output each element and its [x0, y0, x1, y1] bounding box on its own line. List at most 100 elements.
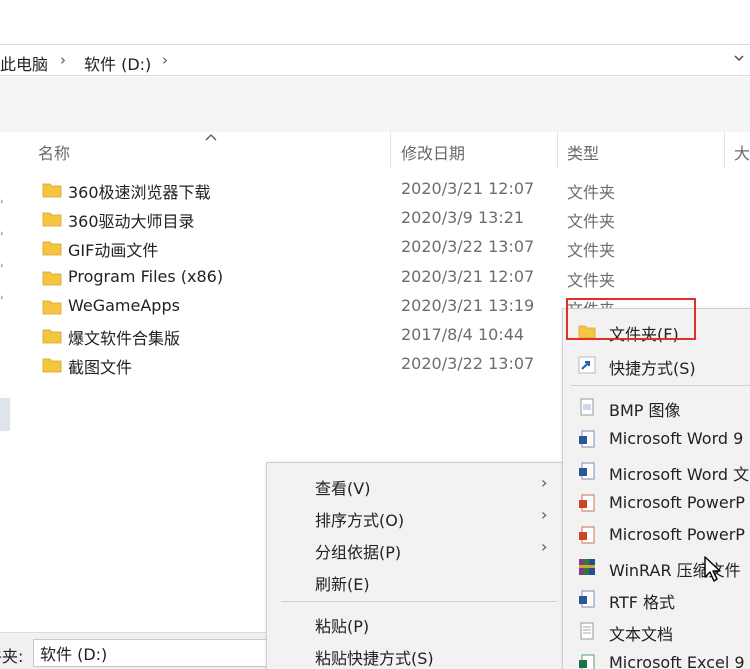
- chevron-right-icon: ›: [541, 537, 548, 556]
- file-row[interactable]: GIF动画文件 2020/3/22 13:07 文件夹: [22, 233, 750, 262]
- submenu-item-label: Microsoft PowerP: [609, 525, 745, 544]
- menu-item-label: 查看(V): [315, 479, 371, 498]
- file-name: 截图文件: [68, 358, 133, 378]
- breadcrumb-drive[interactable]: 软件 (D:): [84, 51, 151, 75]
- file-name: 爆文软件合集版: [68, 328, 181, 348]
- submenu-item-text-document[interactable]: 文本文档: [563, 615, 750, 647]
- breadcrumb-this-pc[interactable]: 此电脑: [0, 51, 48, 75]
- column-headers: 名称 修改日期 类型 大: [22, 132, 750, 168]
- folder-icon: [42, 271, 62, 285]
- word-file-icon: [579, 430, 595, 448]
- text-file-icon: [580, 622, 594, 640]
- file-date: 2020/3/21 12:07: [401, 266, 535, 286]
- column-divider[interactable]: [724, 132, 725, 168]
- folder-icon: [42, 300, 62, 315]
- submenu-item-powerpoint-ppt[interactable]: Microsoft PowerP: [563, 519, 750, 551]
- column-divider[interactable]: [390, 132, 391, 168]
- shortcut-arrow-icon: [578, 356, 596, 374]
- filename-input[interactable]: [33, 639, 273, 667]
- file-date: 2017/8/4 10:44: [401, 324, 525, 344]
- toolbar-area: [0, 77, 750, 132]
- context-menu: 查看(V) › 排序方式(O) › 分组依据(P) › 刷新(E) 粘贴(P) …: [266, 462, 566, 669]
- menu-separator: [281, 601, 557, 602]
- rtf-file-icon: [579, 590, 595, 608]
- word-file-icon: [579, 462, 595, 480]
- mouse-cursor-icon: [704, 556, 721, 582]
- chevron-right-icon: ›: [541, 505, 548, 524]
- nav-selected-item[interactable]: [0, 398, 10, 431]
- submenu-item-shortcut[interactable]: 快捷方式(S): [563, 349, 750, 381]
- file-row[interactable]: 360极速浏览器下载 2020/3/21 12:07 文件夹: [22, 175, 750, 204]
- file-name: GIF动画文件: [68, 241, 159, 261]
- new-submenu: 文件夹(F) 快捷方式(S) BMP 图像 Microsoft Word 9 M…: [562, 308, 750, 669]
- file-name: WeGameApps: [68, 295, 180, 315]
- chevron-right-icon[interactable]: ›: [0, 262, 8, 271]
- winrar-archive-icon: [579, 559, 595, 575]
- file-type: 文件夹: [567, 183, 616, 202]
- menu-item-label: 排序方式(O): [315, 511, 405, 530]
- submenu-item-label: 文本文档: [609, 625, 674, 644]
- submenu-item-powerpoint-97[interactable]: Microsoft PowerP: [563, 487, 750, 519]
- menu-item-label: 粘贴(P): [315, 617, 370, 636]
- submenu-item-label: 快捷方式(S): [609, 359, 696, 378]
- file-date: 2020/3/22 13:07: [401, 237, 535, 257]
- file-date: 2020/3/9 13:21: [401, 208, 525, 228]
- file-row[interactable]: 360驱动大师目录 2020/3/9 13:21 文件夹: [22, 204, 750, 233]
- chevron-down-icon[interactable]: [734, 53, 744, 63]
- folder-icon: [42, 183, 62, 198]
- menu-separator: [571, 385, 750, 386]
- submenu-item-label: BMP 图像: [609, 401, 681, 420]
- breadcrumb-separator[interactable]: ›: [162, 51, 168, 69]
- file-date: 2020/3/21 12:07: [401, 179, 535, 198]
- menu-item-group[interactable]: 分组依据(P) ›: [267, 533, 567, 565]
- excel-file-icon: [579, 654, 595, 669]
- submenu-item-excel-97[interactable]: Microsoft Excel 9: [563, 647, 750, 669]
- menu-item-view[interactable]: 查看(V) ›: [267, 469, 567, 501]
- file-date: 2020/3/21 13:19: [401, 295, 535, 315]
- file-type: 文件夹: [567, 212, 616, 232]
- file-type: 文件夹: [567, 270, 616, 290]
- chevron-right-icon[interactable]: ›: [0, 198, 8, 207]
- menu-item-paste[interactable]: 粘贴(P): [267, 607, 567, 639]
- column-header-type[interactable]: 类型: [567, 140, 599, 164]
- submenu-item-word-doc[interactable]: Microsoft Word 文: [563, 455, 750, 487]
- submenu-item-label: Microsoft Word 文: [609, 465, 750, 484]
- powerpoint-file-icon: [579, 494, 595, 512]
- address-bar[interactable]: 此电脑 › 软件 (D:) ›: [0, 44, 750, 76]
- menu-item-refresh[interactable]: 刷新(E): [267, 565, 567, 597]
- menu-item-paste-shortcut[interactable]: 粘贴快捷方式(S): [267, 639, 567, 669]
- submenu-item-label: Microsoft Excel 9: [609, 653, 745, 669]
- sort-ascending-icon[interactable]: [204, 132, 218, 142]
- submenu-item-word-97[interactable]: Microsoft Word 9: [563, 423, 750, 455]
- menu-item-label: 刷新(E): [315, 575, 370, 594]
- file-name: 360驱动大师目录: [68, 212, 195, 232]
- column-header-modified[interactable]: 修改日期: [401, 140, 465, 164]
- folder-icon: [42, 241, 62, 256]
- column-divider[interactable]: [557, 132, 558, 168]
- file-name: 360极速浏览器下载: [68, 183, 211, 202]
- bmp-file-icon: [580, 398, 594, 416]
- menu-item-sort[interactable]: 排序方式(O) ›: [267, 501, 567, 533]
- submenu-item-rtf[interactable]: RTF 格式: [563, 583, 750, 615]
- breadcrumb-separator[interactable]: ›: [60, 51, 66, 69]
- highlight-annotation: [566, 298, 696, 340]
- powerpoint-file-icon: [579, 526, 595, 544]
- chevron-right-icon[interactable]: ›: [0, 230, 8, 239]
- submenu-item-label: Microsoft PowerP: [609, 493, 745, 512]
- submenu-item-label: RTF 格式: [609, 593, 676, 612]
- menu-item-label: 粘贴快捷方式(S): [315, 649, 434, 668]
- file-type: 文件夹: [567, 241, 616, 261]
- folder-icon: [42, 212, 62, 227]
- menu-item-label: 分组依据(P): [315, 543, 402, 562]
- column-header-size[interactable]: 大: [734, 140, 750, 164]
- file-name: Program Files (x86): [68, 266, 224, 286]
- folder-icon: [42, 329, 62, 344]
- folder-icon: [42, 358, 62, 373]
- chevron-right-icon[interactable]: ›: [0, 294, 8, 303]
- submenu-item-bmp[interactable]: BMP 图像: [563, 391, 750, 423]
- column-header-name[interactable]: 名称: [38, 140, 70, 164]
- submenu-item-label: Microsoft Word 9: [609, 429, 744, 448]
- navigation-pane[interactable]: › › › ›: [0, 132, 22, 632]
- file-row[interactable]: Program Files (x86) 2020/3/21 12:07 文件夹: [22, 263, 750, 292]
- filename-label: 牛夹:: [0, 647, 24, 666]
